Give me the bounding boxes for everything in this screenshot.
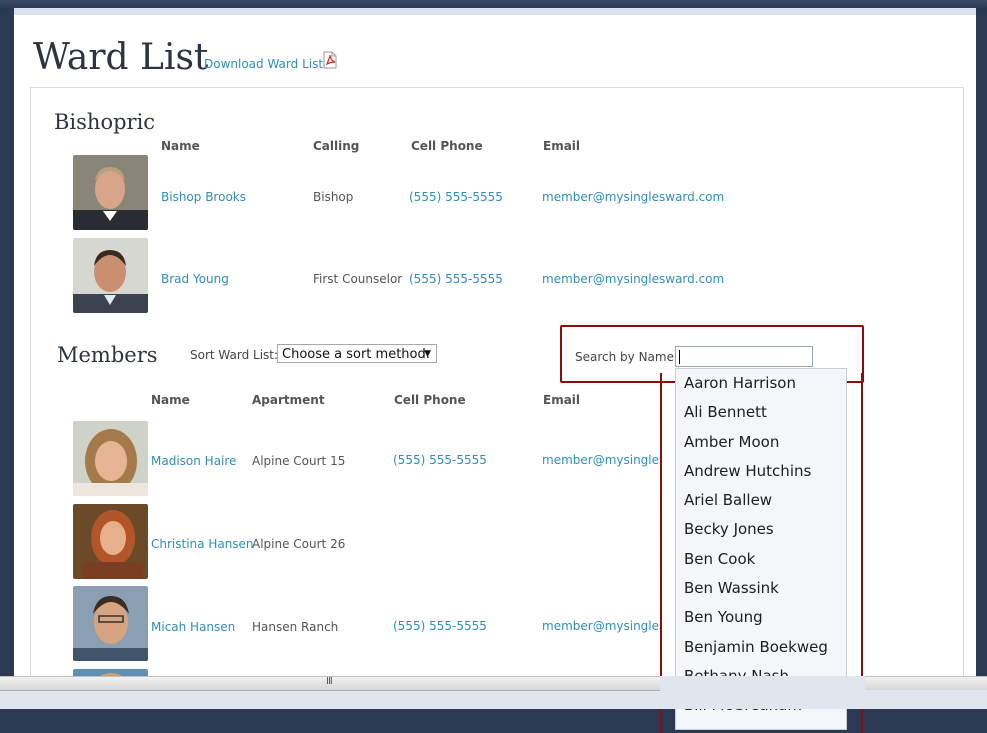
page: Ward List Download Ward List Bishopric N… [14, 8, 976, 733]
bishopric-heading: Bishopric [54, 110, 156, 134]
member-apartment: Alpine Court 26 [252, 537, 346, 551]
horizontal-scrollbar-right[interactable] [865, 676, 987, 690]
member-phone[interactable]: (555) 555-5555 [393, 453, 487, 467]
members-col-apartment: Apartment [252, 393, 325, 407]
members-col-name: Name [151, 393, 190, 407]
autocomplete-item[interactable]: Ben Cook [676, 545, 846, 574]
avatar[interactable] [73, 155, 148, 230]
pdf-icon[interactable] [322, 51, 338, 69]
autocomplete-item[interactable]: Aaron Harrison [676, 369, 846, 398]
autocomplete-item[interactable]: Ben Wassink [676, 574, 846, 603]
autocomplete-item[interactable]: Ben Young [676, 603, 846, 632]
members-col-email: Email [543, 393, 581, 407]
search-label: Search by Name: [575, 350, 679, 364]
chevron-down-icon: ▼ [424, 349, 431, 359]
download-ward-list-link[interactable]: Download Ward List [204, 57, 323, 71]
bishopric-col-name: Name [161, 139, 200, 153]
autocomplete-item[interactable]: Ariel Ballew [676, 486, 846, 515]
autocomplete-item[interactable]: Becky Jones [676, 515, 846, 544]
member-name[interactable]: Christina Hansen [151, 537, 254, 551]
autocomplete-item[interactable]: Amber Moon [676, 428, 846, 457]
bishopric-email[interactable]: member@mysinglesward.com [542, 190, 724, 204]
bishopric-col-email: Email [543, 139, 581, 153]
sort-method-select[interactable]: Choose a sort method: ▼ [277, 344, 437, 363]
bishopric-calling: First Counselor [313, 272, 403, 286]
avatar[interactable] [73, 504, 148, 579]
page-title: Ward List [33, 37, 209, 78]
member-name[interactable]: Madison Haire [151, 454, 236, 468]
members-col-phone: Cell Phone [394, 393, 466, 407]
autocomplete-item[interactable]: Benjamin Boekweg [676, 633, 846, 662]
avatar[interactable] [73, 238, 148, 313]
search-name-input[interactable] [675, 346, 813, 367]
avatar[interactable] [73, 421, 148, 496]
autocomplete-item[interactable]: Ali Bennett [676, 398, 846, 427]
member-email[interactable]: member@mysinglesward.com [542, 453, 660, 467]
member-phone[interactable]: (555) 555-5555 [393, 619, 487, 633]
avatar[interactable] [73, 586, 148, 661]
bishopric-phone[interactable]: (555) 555-5555 [409, 272, 503, 286]
bishopric-col-phone: Cell Phone [411, 139, 483, 153]
bishopric-phone[interactable]: (555) 555-5555 [409, 190, 503, 204]
bishopric-email[interactable]: member@mysinglesward.com [542, 272, 724, 286]
bishopric-name[interactable]: Bishop Brooks [161, 190, 246, 204]
members-heading: Members [57, 343, 158, 367]
sort-select-value: Choose a sort method: [282, 347, 431, 362]
bishopric-calling: Bishop [313, 190, 354, 204]
horizontal-scrollbar[interactable]: III [0, 676, 660, 691]
member-apartment: Alpine Court 15 [252, 454, 346, 468]
member-apartment: Hansen Ranch [252, 620, 339, 634]
bishopric-name[interactable]: Brad Young [161, 272, 229, 286]
member-email[interactable]: member@mysinglesward.com [542, 619, 660, 633]
sort-label: Sort Ward List: [190, 348, 279, 362]
member-name[interactable]: Micah Hansen [151, 620, 235, 634]
text-caret [679, 350, 680, 364]
scrollbar-grip-icon[interactable]: III [326, 676, 333, 687]
autocomplete-item[interactable]: Andrew Hutchins [676, 457, 846, 486]
bishopric-col-calling: Calling [313, 139, 360, 153]
